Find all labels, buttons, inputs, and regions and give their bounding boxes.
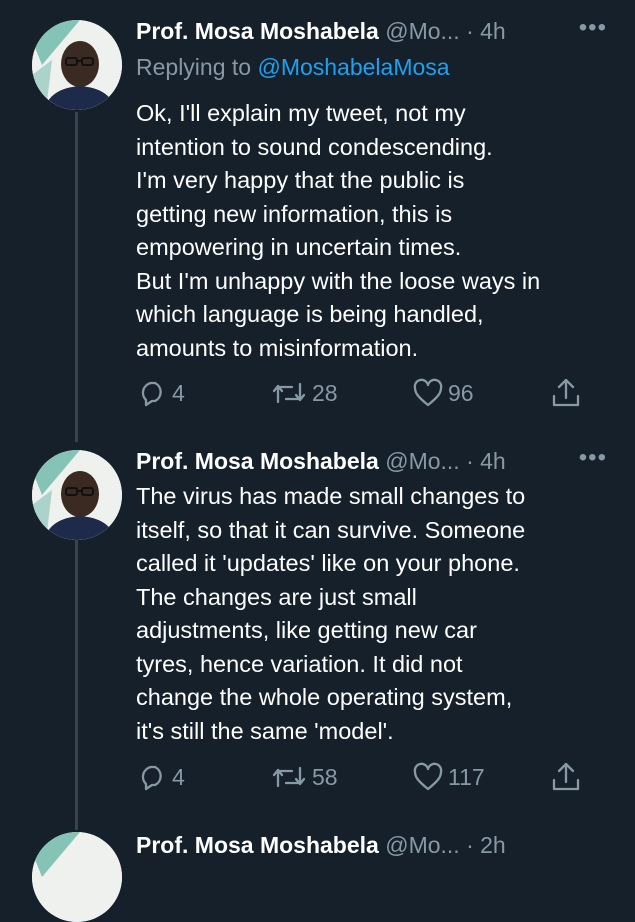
retweet-icon <box>272 766 306 788</box>
share-button[interactable] <box>550 376 586 410</box>
user-handle[interactable]: @Mo... <box>385 18 459 44</box>
like-icon <box>413 762 443 791</box>
reply-count: 4 <box>172 763 185 790</box>
tweet[interactable]: Prof. Mosa Moshabela @Mo... · 4h ••• The… <box>0 430 635 830</box>
tweet-header: Prof. Mosa Moshabela @Mo... · 4h ••• <box>136 444 635 480</box>
retweet-count: 58 <box>312 763 338 790</box>
replying-to-label: Replying to <box>136 54 252 80</box>
text-line: which language is being handled, <box>136 301 484 327</box>
text-line: change the whole operating system, <box>136 684 513 710</box>
tweet-header: Prof. Mosa Moshabela @Mo... · 2h <box>136 832 635 864</box>
like-button[interactable]: 96 <box>412 376 474 410</box>
profile-photo <box>32 832 122 922</box>
tweet-header: Prof. Mosa Moshabela @Mo... · 4h ••• <box>136 14 635 50</box>
more-icon[interactable]: ••• <box>579 444 607 472</box>
text-line: getting new information, this is <box>136 200 453 227</box>
text-line: intention to sound condescending. <box>136 133 493 160</box>
timestamp[interactable]: · 2h <box>466 832 506 858</box>
display-name[interactable]: Prof. Mosa Moshabela <box>136 448 379 474</box>
text-line: called it 'updates' like on your phone. <box>136 550 520 576</box>
tweet-actions: 4 58 117 <box>138 760 598 796</box>
timestamp[interactable]: · 4h <box>466 18 506 44</box>
text-line: amounts to misinformation. <box>136 334 419 361</box>
reply-button[interactable]: 4 <box>138 760 185 794</box>
profile-photo <box>32 450 122 540</box>
like-count: 117 <box>448 763 485 790</box>
text-line: empowering in uncertain times. <box>136 234 462 260</box>
like-count: 96 <box>448 379 474 406</box>
avatar[interactable] <box>32 450 122 540</box>
tweet-actions: 4 28 96 <box>138 376 598 412</box>
tweet[interactable]: Prof. Mosa Moshabela @Mo... · 4h ••• Rep… <box>0 0 635 440</box>
profile-photo <box>32 20 122 110</box>
text-line: The virus has made small changes to <box>136 483 526 509</box>
reply-count: 4 <box>172 379 185 406</box>
retweet-button[interactable]: 58 <box>270 760 338 794</box>
display-name[interactable]: Prof. Mosa Moshabela <box>136 18 379 44</box>
like-icon <box>413 378 443 407</box>
tweet-text: The virus has made small changes to itse… <box>136 480 616 748</box>
avatar[interactable] <box>32 832 122 922</box>
text-line: it's still the same 'model'. <box>136 717 394 744</box>
share-icon <box>552 762 580 791</box>
timestamp[interactable]: · 4h <box>466 448 506 474</box>
retweet-count: 28 <box>312 379 338 406</box>
text-line: The changes are just small <box>136 583 417 610</box>
share-button[interactable] <box>550 760 586 794</box>
text-line: But I'm unhappy with the loose ways in <box>136 267 541 294</box>
text-line: tyres, hence variation. It did not <box>136 650 463 677</box>
retweet-button[interactable]: 28 <box>270 376 338 410</box>
user-handle[interactable]: @Mo... <box>385 448 459 474</box>
display-name[interactable]: Prof. Mosa Moshabela <box>136 832 379 858</box>
avatar[interactable] <box>32 20 122 110</box>
replying-to: Replying to @MoshabelaMosa <box>136 54 450 81</box>
text-line: Ok, I'll explain my tweet, not my <box>136 100 466 126</box>
text-line: adjustments, like getting new car <box>136 617 477 643</box>
text-line: itself, so that it can survive. Someone <box>136 516 526 543</box>
tweet[interactable]: Prof. Mosa Moshabela @Mo... · 2h <box>0 812 635 922</box>
reply-button[interactable]: 4 <box>138 376 185 410</box>
reply-icon <box>141 381 162 407</box>
retweet-icon <box>272 382 306 404</box>
more-icon[interactable]: ••• <box>579 14 607 42</box>
text-line: I'm very happy that the public is <box>136 167 465 193</box>
mention-link[interactable]: @MoshabelaMosa <box>257 54 449 80</box>
share-icon <box>552 378 580 407</box>
like-button[interactable]: 117 <box>412 760 485 794</box>
tweet-text: Ok, I'll explain my tweet, not my intent… <box>136 97 616 365</box>
reply-icon <box>141 765 162 791</box>
user-handle[interactable]: @Mo... <box>385 832 459 858</box>
